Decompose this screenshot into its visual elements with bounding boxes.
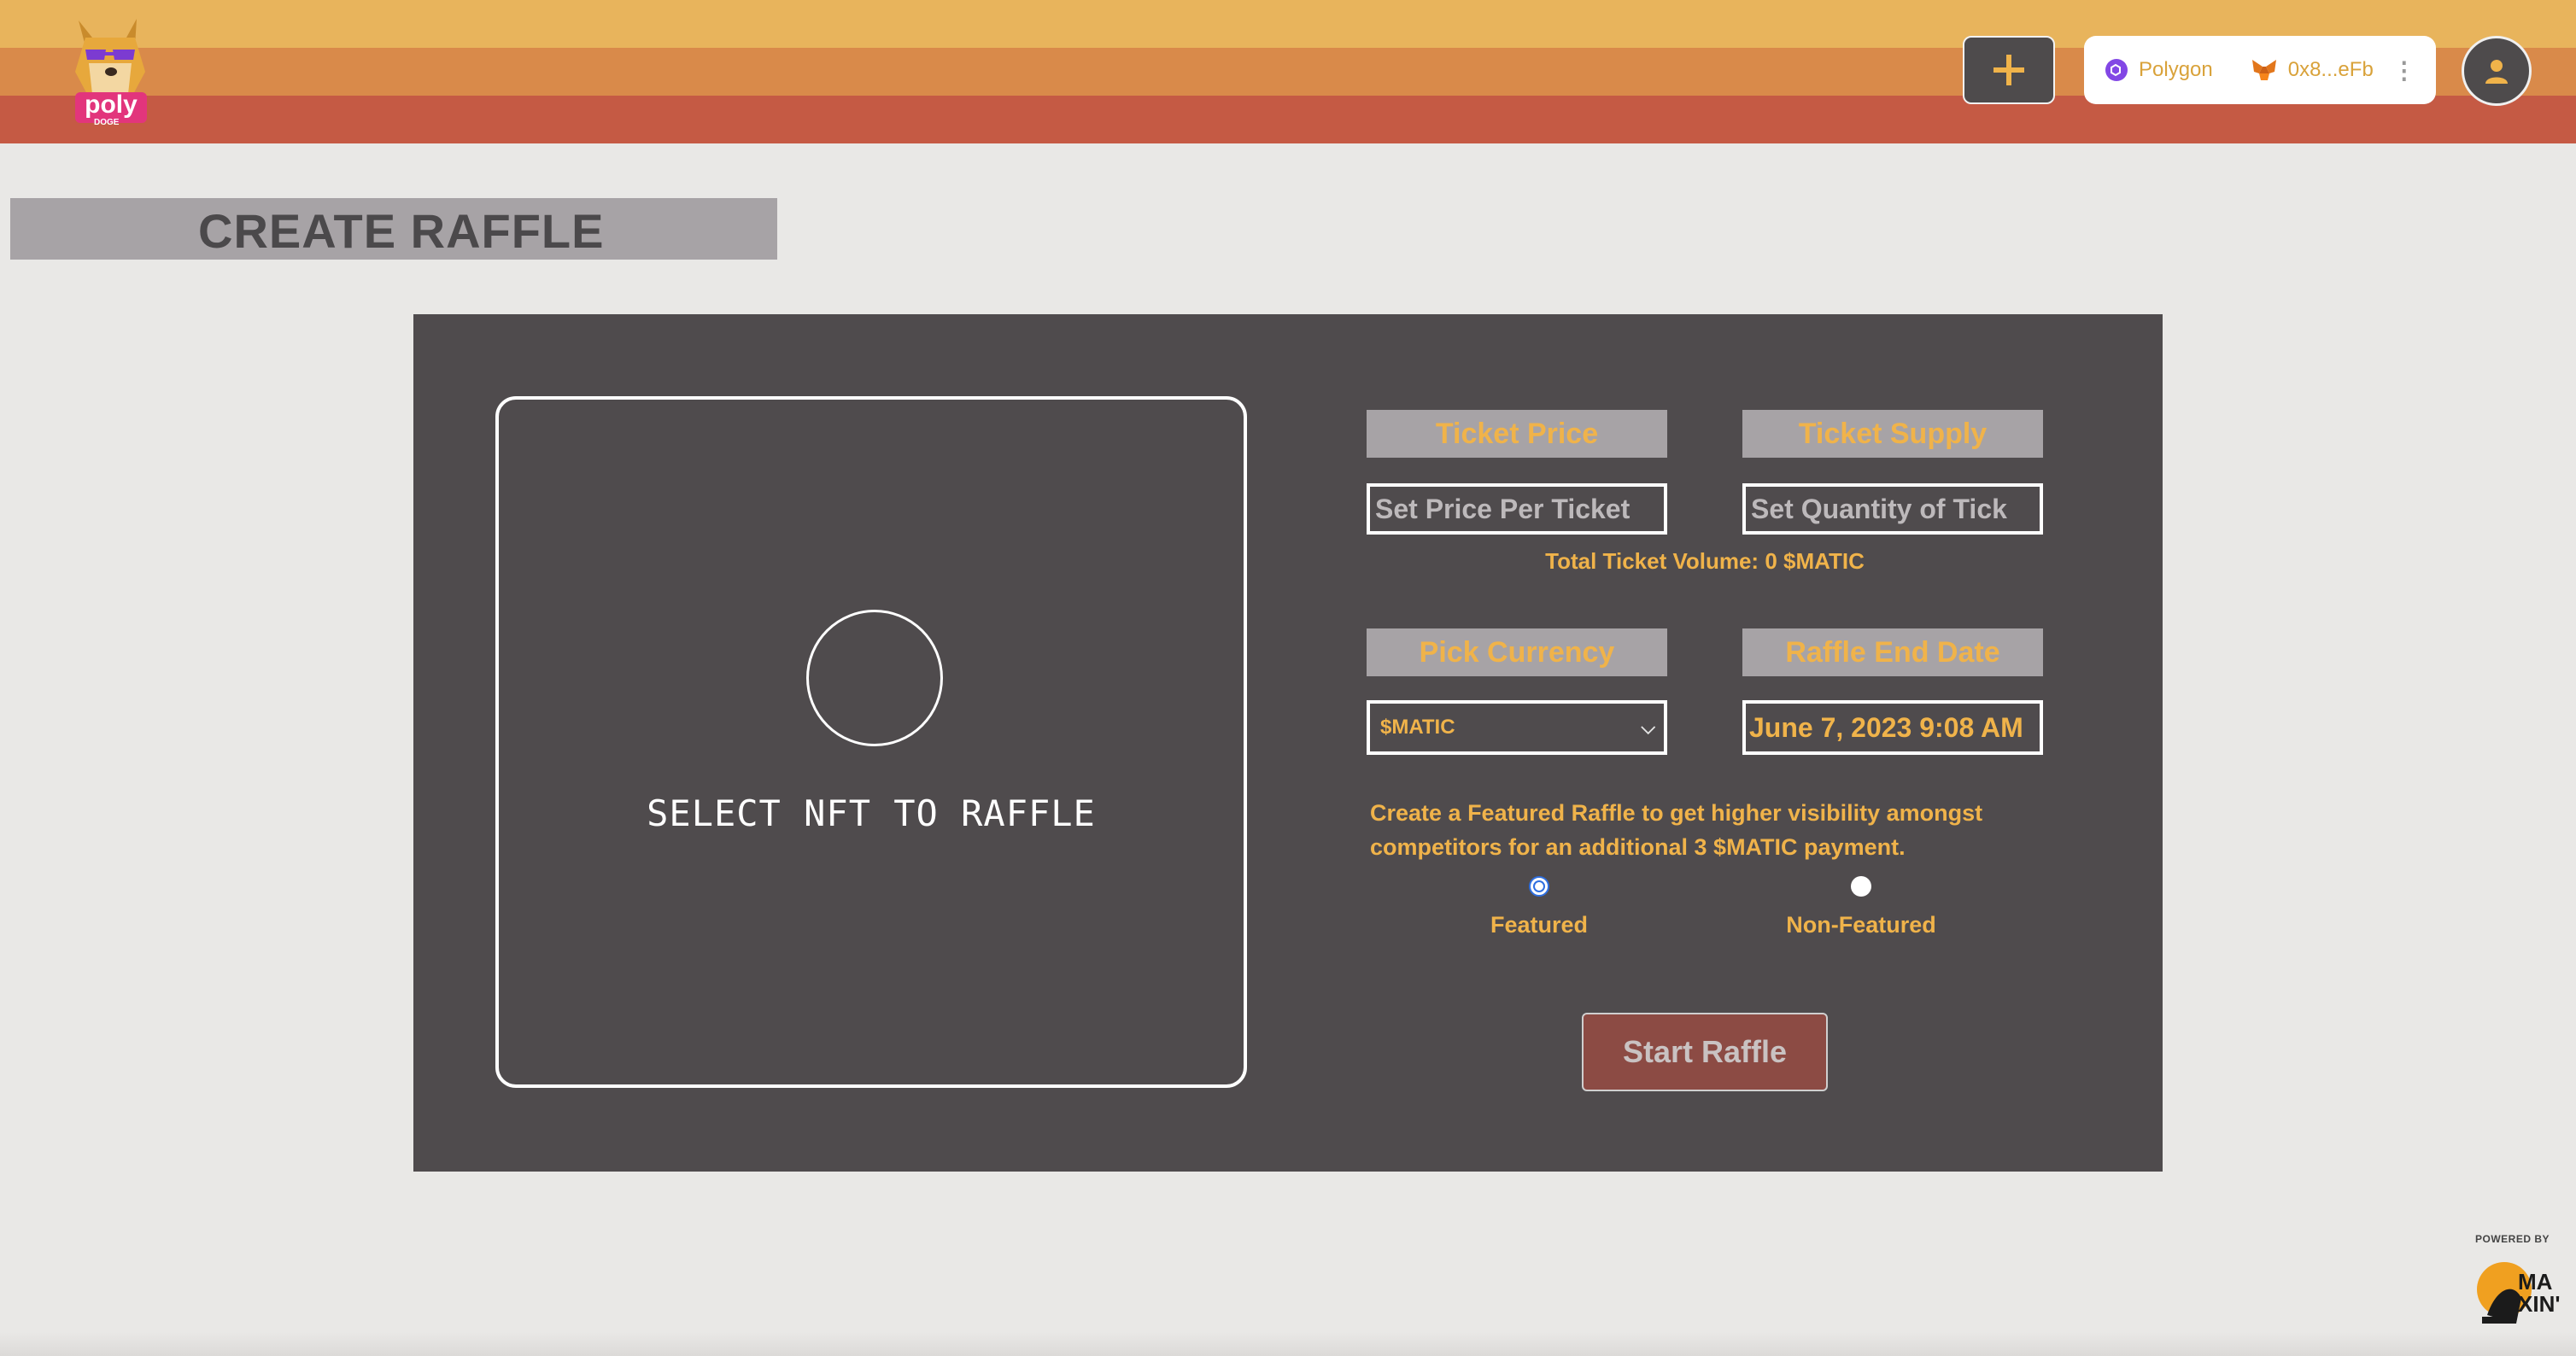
logo-subtext: DOGE (94, 118, 120, 127)
ticket-supply-label: Ticket Supply (1742, 410, 2043, 458)
profile-button[interactable] (2462, 36, 2532, 106)
nft-placeholder-circle (806, 610, 943, 746)
featured-raffle-note: Create a Featured Raffle to get higher v… (1370, 800, 1983, 860)
select-nft-area[interactable]: SELECT NFT TO RAFFLE (495, 396, 1247, 1088)
select-nft-label: SELECT NFT TO RAFFLE (647, 792, 1096, 834)
network-name: Polygon (2139, 58, 2213, 81)
create-raffle-panel: SELECT NFT TO RAFFLE Ticket Price Ticket… (413, 314, 2163, 1172)
account-display[interactable]: 0x8...eFb (2251, 58, 2374, 82)
raffle-end-date-label: Raffle End Date (1742, 628, 2043, 676)
user-icon (2485, 60, 2508, 84)
raffle-end-date-input[interactable]: June 7, 2023 9:08 AM (1742, 700, 2043, 755)
add-button[interactable] (1963, 36, 2055, 104)
powered-by-label: POWERED BY (2475, 1233, 2550, 1245)
polydoge-logo[interactable]: poly DOGE (63, 12, 155, 130)
network-selector[interactable]: Polygon (2105, 58, 2213, 82)
wallet-address: 0x8...eFb (2287, 58, 2374, 81)
wallet-connect-widget[interactable]: Polygon 0x8...eFb ⋮ (2084, 36, 2436, 104)
ticket-supply-input[interactable]: Set Quantity of Tick (1742, 483, 2043, 535)
currency-selected-value: $MATIC (1380, 716, 1455, 739)
ticket-price-label: Ticket Price (1367, 410, 1667, 458)
chevron-down-icon: ⌵ (1641, 716, 1655, 738)
plus-icon (1993, 55, 2024, 85)
non-featured-radio[interactable] (1851, 876, 1871, 897)
more-vertical-icon[interactable]: ⋮ (2392, 56, 2416, 85)
currency-select[interactable]: $MATIC ⌵ (1367, 700, 1667, 755)
total-ticket-volume: Total Ticket Volume: 0 $MATIC (1545, 548, 1865, 574)
footer-shadow (0, 1332, 2576, 1356)
start-raffle-button[interactable]: Start Raffle (1582, 1013, 1828, 1091)
top-header: poly DOGE Polygon 0x8...eFb ⋮ (0, 0, 2576, 143)
non-featured-label: Non-Featured (1786, 912, 1936, 938)
featured-label: Featured (1490, 912, 1589, 938)
featured-radio[interactable] (1529, 876, 1549, 897)
maxin-logo-text: MA XIN' (2518, 1269, 2561, 1317)
ticket-price-input[interactable]: Set Price Per Ticket (1367, 483, 1667, 535)
page-title: CREATE RAFFLE (198, 204, 605, 258)
pick-currency-label: Pick Currency (1367, 628, 1667, 676)
maxin-logo[interactable]: MA XIN' (2470, 1255, 2564, 1332)
polygon-icon (2105, 59, 2128, 81)
page-title-bar: CREATE RAFFLE (10, 198, 777, 260)
metamask-fox-icon (2251, 60, 2276, 80)
